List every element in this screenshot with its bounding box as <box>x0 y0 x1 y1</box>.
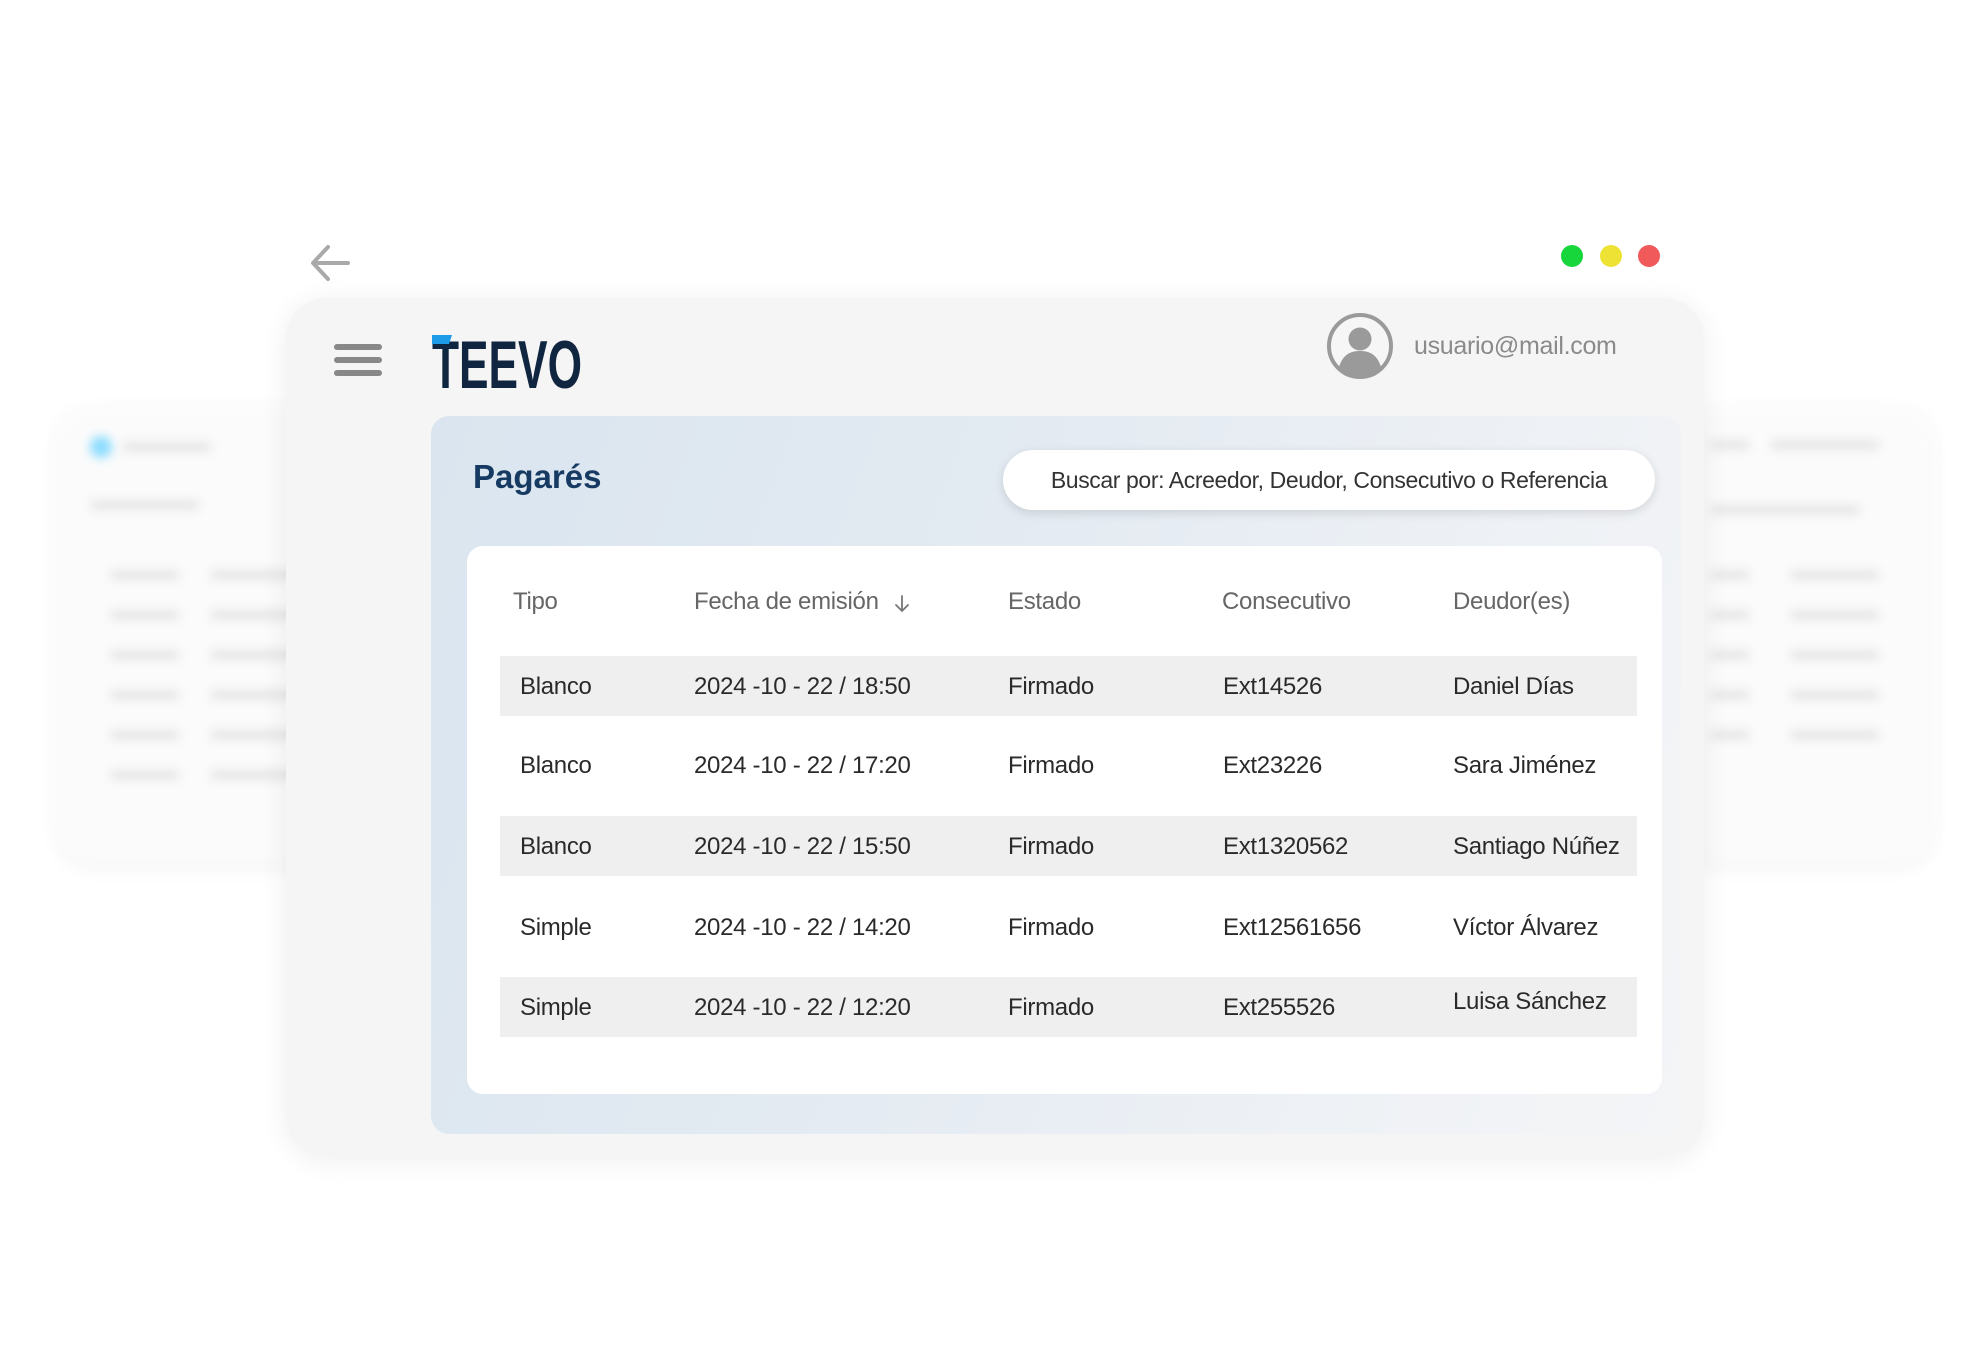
column-header-label: Fecha de emisión <box>694 588 879 615</box>
cell-consecutivo: Ext1320562 <box>1223 833 1349 860</box>
background-line <box>110 730 180 740</box>
background-line <box>1710 690 1750 700</box>
window-red-dot[interactable] <box>1638 245 1660 267</box>
cell-consecutivo: Ext23226 <box>1223 752 1323 779</box>
background-line <box>110 610 180 620</box>
cell-estado: Firmado <box>1008 994 1094 1021</box>
background-line <box>1790 730 1880 740</box>
window-yellow-dot[interactable] <box>1600 245 1622 267</box>
column-header-estado[interactable]: Estado <box>1008 588 1081 616</box>
pagares-table: Tipo Fecha de emisión Estado Consecutivo… <box>467 546 1662 1094</box>
arrow-left-icon[interactable] <box>306 238 356 288</box>
teevo-logo[interactable]: TEEVO <box>432 328 592 394</box>
cell-estado: Firmado <box>1008 673 1094 700</box>
user-avatar-icon <box>1327 313 1393 379</box>
user-menu[interactable]: usuario@mail.com <box>1326 312 1617 380</box>
cell-consecutivo: Ext14526 <box>1223 673 1323 700</box>
cell-deudor: Luisa Sánchez <box>1453 988 1607 1015</box>
background-line <box>1710 730 1750 740</box>
background-line <box>122 442 212 452</box>
cell-tipo: Blanco <box>520 673 592 700</box>
table-row[interactable]: Blanco 2024 -10 - 22 / 18:50 Firmado Ext… <box>500 656 1637 716</box>
background-line <box>1790 570 1880 580</box>
cell-estado: Firmado <box>1008 914 1094 941</box>
background-line <box>1790 650 1880 660</box>
background-line <box>1710 570 1750 580</box>
background-line <box>110 690 180 700</box>
background-line <box>1710 505 1860 515</box>
cell-tipo: Simple <box>520 994 592 1021</box>
background-line <box>110 570 180 580</box>
logo-accent <box>432 335 452 344</box>
background-line <box>110 650 180 660</box>
cell-deudor: Santiago Núñez <box>1453 833 1620 860</box>
cell-estado: Firmado <box>1008 833 1094 860</box>
cell-fecha: 2024 -10 - 22 / 15:50 <box>694 833 911 860</box>
arrow-down-icon[interactable] <box>891 593 913 615</box>
cell-deudor: Sara Jiménez <box>1453 752 1597 779</box>
table-row[interactable]: Blanco 2024 -10 - 22 / 17:20 Firmado Ext… <box>500 735 1637 795</box>
window-green-dot[interactable] <box>1561 245 1583 267</box>
page-title: Pagarés <box>473 458 602 495</box>
table-row[interactable]: Simple 2024 -10 - 22 / 14:20 Firmado Ext… <box>500 897 1637 957</box>
column-header-deudores[interactable]: Deudor(es) <box>1453 588 1570 616</box>
search-input[interactable]: Buscar por: Acreedor, Deudor, Consecutiv… <box>1003 450 1655 510</box>
hamburger-menu-icon[interactable] <box>334 340 384 380</box>
table-row[interactable]: Simple 2024 -10 - 22 / 12:20 Firmado Ext… <box>500 977 1637 1037</box>
background-line <box>1710 440 1750 450</box>
app-window: TEEVO usuario@mail.com Pagarés Buscar po… <box>286 298 1704 1156</box>
user-email: usuario@mail.com <box>1414 331 1617 360</box>
svg-text:TEEVO: TEEVO <box>432 328 582 394</box>
cell-tipo: Blanco <box>520 833 592 860</box>
table-header: Tipo Fecha de emisión Estado Consecutivo… <box>467 588 1662 628</box>
menu-bar <box>334 344 382 350</box>
background-line <box>1710 650 1750 660</box>
background-line <box>1790 610 1880 620</box>
menu-bar <box>334 357 382 363</box>
table-row[interactable]: Blanco 2024 -10 - 22 / 15:50 Firmado Ext… <box>500 816 1637 876</box>
background-line <box>1710 610 1750 620</box>
cell-consecutivo: Ext12561656 <box>1223 914 1362 941</box>
column-header-tipo[interactable]: Tipo <box>513 588 558 616</box>
cell-deudor: Víctor Álvarez <box>1453 914 1599 941</box>
background-line <box>90 500 200 510</box>
column-header-consecutivo[interactable]: Consecutivo <box>1222 588 1351 616</box>
background-line <box>1770 440 1880 450</box>
cell-deudor: Daniel Días <box>1453 673 1574 700</box>
cell-fecha: 2024 -10 - 22 / 12:20 <box>694 994 911 1021</box>
cell-fecha: 2024 -10 - 22 / 17:20 <box>694 752 911 779</box>
background-line <box>1790 690 1880 700</box>
content-panel: Pagarés Buscar por: Acreedor, Deudor, Co… <box>431 416 1681 1134</box>
cell-estado: Firmado <box>1008 752 1094 779</box>
column-header-fecha[interactable]: Fecha de emisión <box>694 588 913 616</box>
background-window-right <box>1690 410 1930 860</box>
cell-consecutivo: Ext255526 <box>1223 994 1336 1021</box>
cell-tipo: Blanco <box>520 752 592 779</box>
cell-fecha: 2024 -10 - 22 / 14:20 <box>694 914 911 941</box>
background-line <box>110 770 180 780</box>
menu-bar <box>334 370 382 376</box>
cell-fecha: 2024 -10 - 22 / 18:50 <box>694 673 911 700</box>
background-dot <box>90 436 112 458</box>
cell-tipo: Simple <box>520 914 592 941</box>
